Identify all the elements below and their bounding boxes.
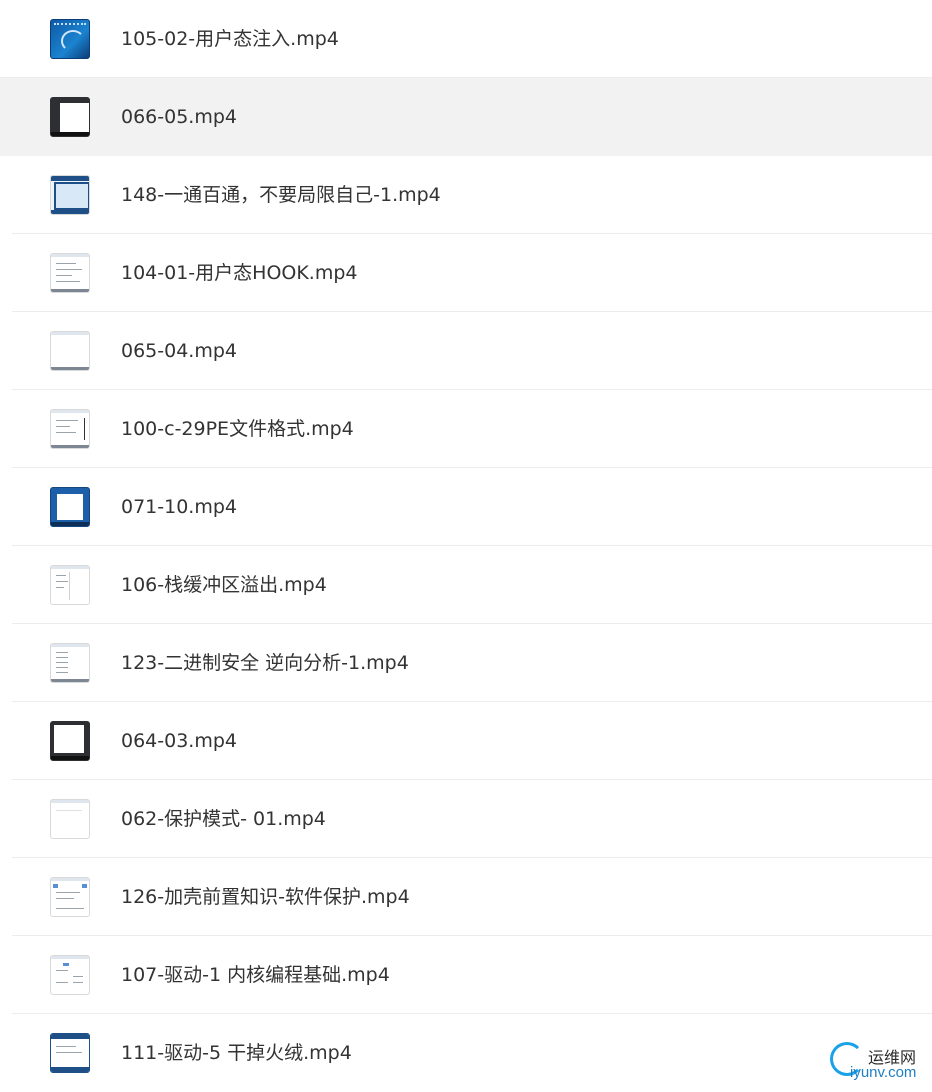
file-row[interactable]: 071-10.mp4 xyxy=(12,468,932,546)
file-name: 105-02-用户态注入.mp4 xyxy=(121,28,339,50)
file-row[interactable]: 106-栈缓冲区溢出.mp4 xyxy=(12,546,932,624)
file-row[interactable]: 111-驱动-5 干掉火绒.mp4 xyxy=(12,1014,932,1092)
video-thumbnail-icon xyxy=(50,253,90,293)
file-name: 062-保护模式- 01.mp4 xyxy=(121,808,326,830)
video-thumbnail-icon xyxy=(50,955,90,995)
file-row[interactable]: 104-01-用户态HOOK.mp4 xyxy=(12,234,932,312)
video-thumbnail-icon xyxy=(50,331,90,371)
file-row[interactable]: 065-04.mp4 xyxy=(12,312,932,390)
file-row[interactable]: 062-保护模式- 01.mp4 xyxy=(12,780,932,858)
video-thumbnail-icon xyxy=(50,487,90,527)
video-thumbnail-icon xyxy=(50,721,90,761)
video-thumbnail-icon xyxy=(50,175,90,215)
video-thumbnail-icon xyxy=(50,97,90,137)
file-row-selected[interactable]: 066-05.mp4 xyxy=(0,78,932,156)
file-row[interactable]: 064-03.mp4 xyxy=(12,702,932,780)
file-row[interactable]: 100-c-29PE文件格式.mp4 xyxy=(12,390,932,468)
file-name: 126-加壳前置知识-软件保护.mp4 xyxy=(121,886,410,908)
file-name: 123-二进制安全 逆向分析-1.mp4 xyxy=(121,652,409,674)
file-name: 066-05.mp4 xyxy=(121,106,237,128)
video-thumbnail-icon xyxy=(50,877,90,917)
video-thumbnail-icon xyxy=(50,799,90,839)
file-name: 100-c-29PE文件格式.mp4 xyxy=(121,418,354,440)
video-thumbnail-icon xyxy=(50,643,90,683)
file-row[interactable]: 123-二进制安全 逆向分析-1.mp4 xyxy=(12,624,932,702)
video-thumbnail-icon xyxy=(50,19,90,59)
video-thumbnail-icon xyxy=(50,409,90,449)
file-name: 071-10.mp4 xyxy=(121,496,237,518)
file-name: 064-03.mp4 xyxy=(121,730,237,752)
file-name: 111-驱动-5 干掉火绒.mp4 xyxy=(121,1042,352,1064)
video-thumbnail-icon xyxy=(50,1033,90,1073)
file-row[interactable]: 107-驱动-1 内核编程基础.mp4 xyxy=(12,936,932,1014)
file-row[interactable]: 148-一通百通，不要局限自己-1.mp4 xyxy=(12,156,932,234)
file-name: 107-驱动-1 内核编程基础.mp4 xyxy=(121,964,390,986)
watermark-en: iyunv.com xyxy=(850,1064,917,1081)
file-name: 106-栈缓冲区溢出.mp4 xyxy=(121,574,327,596)
file-name: 148-一通百通，不要局限自己-1.mp4 xyxy=(121,184,441,206)
watermark-logo: 运维网 iyunv.com xyxy=(828,1038,928,1084)
video-thumbnail-icon xyxy=(50,565,90,605)
file-row[interactable]: 126-加壳前置知识-软件保护.mp4 xyxy=(12,858,932,936)
file-row[interactable]: 105-02-用户态注入.mp4 xyxy=(0,0,932,78)
file-name: 104-01-用户态HOOK.mp4 xyxy=(121,262,358,284)
file-name: 065-04.mp4 xyxy=(121,340,237,362)
file-list: 105-02-用户态注入.mp4 066-05.mp4 148-一通百通，不要局… xyxy=(0,0,932,1092)
